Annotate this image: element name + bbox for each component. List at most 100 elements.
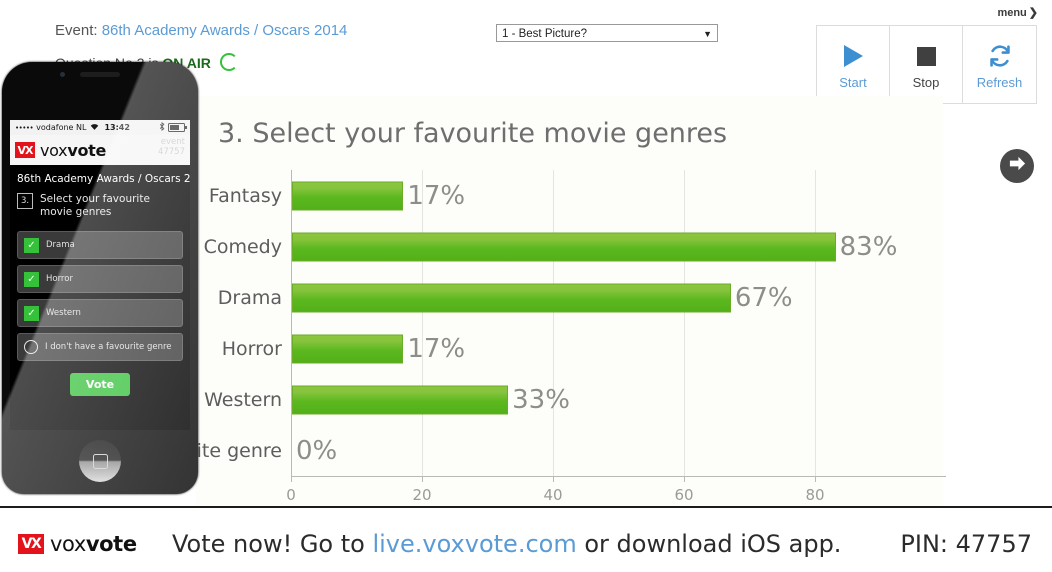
event-name-link[interactable]: 86th Academy Awards / Oscars 2014 — [102, 22, 348, 39]
bar-value-label: 83% — [839, 231, 898, 262]
chart-bar-row: Comedy 83% — [204, 221, 946, 272]
chart-bar — [292, 385, 509, 414]
checkbox-checked-icon: ✓ — [24, 237, 39, 253]
x-axis-tick — [553, 476, 554, 482]
loading-spinner-icon — [219, 53, 238, 71]
category-label: Drama — [217, 286, 282, 309]
question-select-value: 1 - Best Picture? — [502, 28, 588, 40]
category-label: Fantasy — [208, 184, 282, 207]
x-axis-tick-label: 80 — [805, 486, 825, 504]
playback-controls: Start Stop Refresh — [816, 25, 1037, 104]
chart-bar-row: Drama 67% — [218, 272, 946, 323]
category-label: Western — [204, 388, 282, 411]
chart-bar-row: Western 33% — [204, 374, 946, 425]
category-label: Comedy — [203, 235, 282, 258]
bar-value-label: 0% — [296, 435, 338, 466]
clock-label: 13:42 — [104, 123, 130, 132]
start-button-label: Start — [839, 75, 867, 90]
voxvote-logo-mark: VX — [15, 142, 35, 158]
voxvote-logo-text: voxvote — [50, 532, 137, 556]
x-axis-tick-label: 20 — [412, 486, 432, 504]
phone-option-label: Horror — [46, 274, 73, 284]
phone-event-title: 86th Academy Awards / Oscars 2014 — [17, 173, 190, 185]
phone-option[interactable]: ✓ Western — [17, 299, 183, 327]
phone-camera-icon — [60, 72, 65, 77]
carrier-label: vodafone NL — [36, 123, 87, 132]
phone-status-bar: ••••• vodafone NL 13:42 — [10, 120, 190, 135]
bar-chart-plot: 0 20 40 60 80 Fantasy 17% Comedy 83% Drama 67% Horr… — [197, 170, 946, 504]
checkbox-checked-icon: ✓ — [24, 305, 39, 321]
phone-mockup: ••••• vodafone NL 13:42 VX voxvote event… — [2, 62, 198, 494]
event-badge-pin: 47757 — [157, 147, 185, 157]
next-question-button[interactable] — [1000, 149, 1034, 183]
event-line: Event: 86th Academy Awards / Oscars 2014 — [55, 22, 347, 39]
chart-bar-row: Horror 17% — [222, 323, 946, 374]
refresh-button-label: Refresh — [976, 75, 1023, 90]
footer-logo: VX voxvote — [18, 532, 137, 556]
footer-message: Vote now! Go to live.voxvote.com or down… — [172, 530, 841, 558]
phone-option[interactable]: ✓ Horror — [17, 265, 183, 293]
x-axis — [291, 476, 946, 477]
category-label: Horror — [221, 337, 282, 360]
chart-bar-row: Fantasy 17% — [209, 170, 946, 221]
bar-value-label: 17% — [407, 180, 466, 211]
chart-bar — [292, 181, 404, 210]
logo-vote: vote — [67, 140, 107, 160]
bar-value-label: 67% — [734, 282, 793, 313]
x-axis-tick — [815, 476, 816, 482]
x-axis-tick-label: 60 — [674, 486, 694, 504]
bar-value-label: 33% — [512, 384, 570, 415]
phone-option[interactable]: I don't have a favourite genre — [17, 333, 183, 361]
x-axis-tick — [684, 476, 685, 482]
radio-empty-icon — [24, 340, 38, 354]
event-label: Event: — [55, 22, 98, 39]
wifi-icon — [90, 123, 99, 132]
footer-message-after: or download iOS app. — [584, 530, 842, 558]
phone-options-list: ✓ Drama ✓ Horror ✓ Western I don't have a favo… — [10, 219, 190, 361]
x-axis-tick-label: 40 — [543, 486, 563, 504]
menu-link[interactable]: menu ❯ — [997, 6, 1038, 19]
bluetooth-icon — [159, 122, 165, 133]
footer-logo-vote: vote — [85, 532, 137, 556]
arrow-right-icon — [1008, 154, 1027, 178]
menu-label: menu — [997, 7, 1027, 19]
results-chart-panel: 3. Select your favourite movie genres 0 2… — [196, 96, 946, 505]
category-label: ite genre — [196, 439, 282, 462]
chart-bar-row: ite genre 0% — [197, 425, 946, 476]
phone-option-label: Western — [46, 308, 81, 318]
footer-logo-vox: vox — [50, 532, 86, 556]
stop-button[interactable]: Stop — [890, 26, 963, 103]
footer-bar: VX voxvote Vote now! Go to live.voxvote.… — [0, 506, 1052, 572]
x-axis-tick-label: 0 — [286, 486, 296, 504]
question-select[interactable]: 1 - Best Picture? ▼ — [496, 24, 718, 42]
home-square-icon — [92, 453, 108, 469]
x-axis-tick — [291, 476, 292, 482]
signal-icon: ••••• — [15, 123, 34, 132]
stop-icon — [916, 39, 937, 73]
checkbox-checked-icon: ✓ — [24, 271, 39, 287]
footer-message-before: Vote now! Go to — [172, 530, 365, 558]
chart-bar — [292, 334, 404, 363]
stop-button-label: Stop — [912, 75, 940, 90]
vote-button[interactable]: Vote — [70, 373, 130, 396]
phone-option[interactable]: ✓ Drama — [17, 231, 183, 259]
event-badge-label: event — [160, 137, 185, 147]
footer-pin: PIN: 47757 — [900, 530, 1032, 558]
phone-home-button[interactable] — [79, 440, 121, 482]
phone-option-label: I don't have a favourite genre — [45, 342, 172, 352]
battery-icon — [168, 123, 187, 132]
live-voxvote-link[interactable]: live.voxvote.com — [372, 530, 576, 558]
phone-brand-bar: VX voxvote event 47757 — [10, 135, 190, 165]
phone-option-label: Drama — [46, 240, 75, 250]
chart-bar — [292, 232, 836, 261]
chart-title: 3. Select your favourite movie genres — [218, 118, 728, 149]
start-button[interactable]: Start — [817, 26, 890, 103]
phone-screen: ••••• vodafone NL 13:42 VX voxvote event… — [10, 120, 190, 430]
refresh-button[interactable]: Refresh — [963, 26, 1036, 103]
chevron-down-icon: ▼ — [703, 29, 712, 39]
x-axis-tick — [422, 476, 423, 482]
play-icon — [841, 39, 865, 73]
chart-bar — [292, 283, 731, 312]
voxvote-logo-text: voxvote — [40, 141, 106, 160]
phone-event-badge: event 47757 — [158, 137, 185, 157]
